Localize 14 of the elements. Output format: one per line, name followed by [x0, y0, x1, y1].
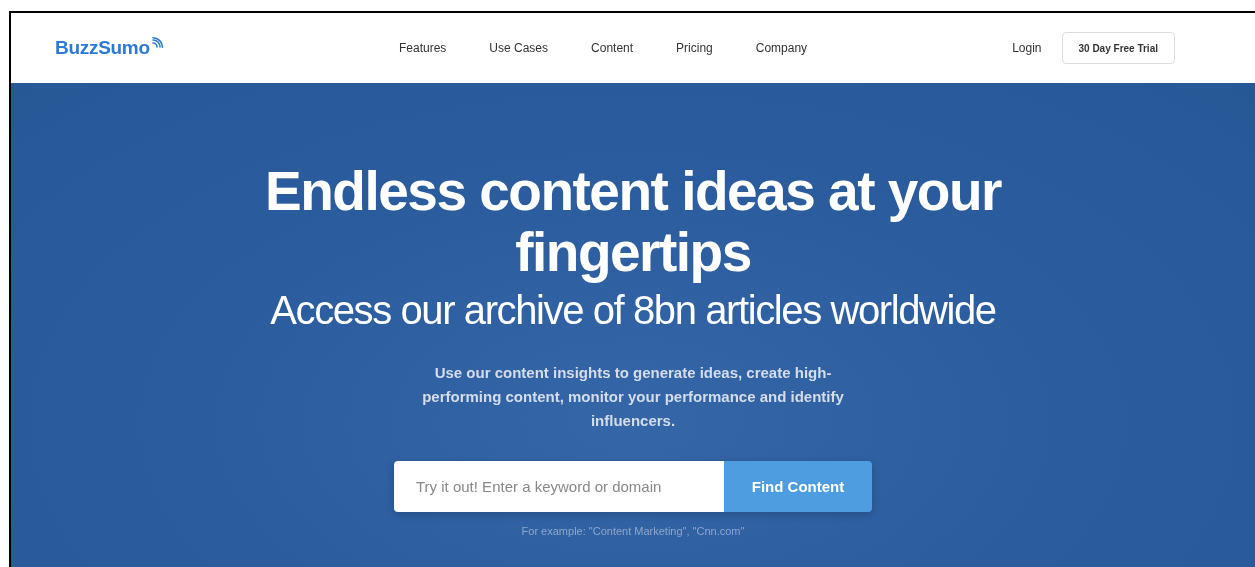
nav-link[interactable]: Features [399, 41, 447, 55]
trial-button[interactable]: 30 Day Free Trial [1061, 32, 1175, 64]
example-text: For example: "Content Marketing", "Cnn.com" [521, 525, 745, 537]
hero-description: Use our content insights to generate ideas, create high-performing content, monitor your performance and identify influencers. [421, 363, 845, 431]
signal-icon [150, 37, 164, 51]
nav-link[interactable]: Use Cases [489, 41, 549, 55]
hero-subtitle: Access our archive of 8bn articles worldwide [270, 287, 996, 334]
nav-link[interactable]: Pricing [676, 41, 713, 55]
logo[interactable]: BuzzSumo [55, 37, 150, 59]
login-link[interactable]: Login [1012, 41, 1042, 55]
nav-link[interactable]: Company [755, 41, 808, 55]
hero-title: Endless content ideas at your fingertips [264, 161, 1003, 283]
nav-link[interactable]: Content [591, 41, 634, 55]
search-field[interactable]: Try it out! Enter a keyword or domain [394, 461, 724, 512]
